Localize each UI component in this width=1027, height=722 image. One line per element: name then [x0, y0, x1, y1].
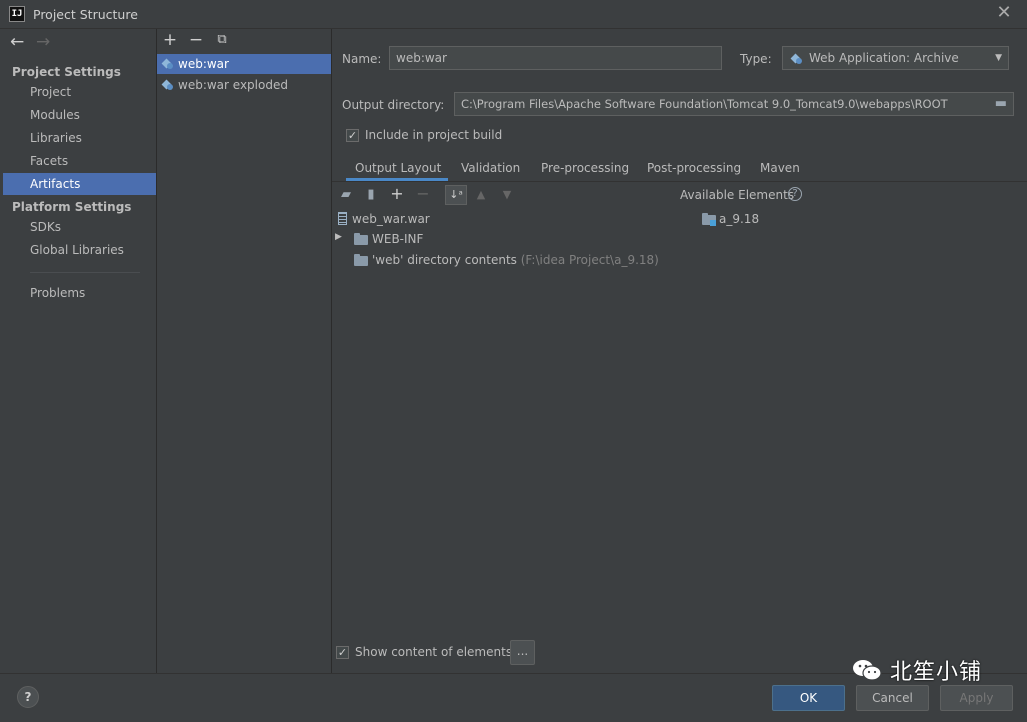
show-content-checkbox[interactable]: ✓ — [336, 646, 349, 659]
apply-button[interactable]: Apply — [940, 685, 1013, 711]
artifact-item-war-exploded[interactable]: web:war exploded — [157, 75, 331, 95]
section-platform-settings: Platform Settings — [12, 200, 132, 214]
output-layout-content: ▰ ▮ + − ↓ᵃ ▲ ▼ Available Elements ? web_… — [332, 181, 1027, 630]
remove-element-icon[interactable]: − — [415, 186, 431, 202]
move-up-icon[interactable]: ▲ — [473, 187, 489, 203]
tree-item-label: 'web' directory contents — [372, 253, 517, 267]
plus-icon[interactable]: + — [162, 32, 178, 49]
window-title: Project Structure — [33, 7, 138, 22]
folder-icon — [354, 254, 368, 266]
sidebar-item-libraries[interactable]: Libraries — [3, 127, 156, 149]
folder-icon — [354, 233, 368, 245]
tab-validation[interactable]: Validation — [461, 159, 520, 181]
type-select[interactable]: Web Application: Archive ▼ — [782, 46, 1009, 70]
show-content-label: Show content of elements — [355, 645, 513, 659]
sidebar-item-facets[interactable]: Facets — [3, 150, 156, 172]
web-artifact-icon — [162, 80, 173, 90]
tab-pre-processing[interactable]: Pre-processing — [541, 159, 629, 181]
add-element-icon[interactable]: + — [389, 186, 405, 202]
folder-browse-icon[interactable]: ▬ — [995, 93, 1007, 115]
wechat-logo-icon — [853, 660, 882, 681]
name-input[interactable]: web:war — [389, 46, 722, 70]
include-build-checkbox[interactable]: ✓ — [346, 129, 359, 142]
tree-item-web-directory[interactable]: 'web' directory contents (F:\idea Projec… — [372, 253, 659, 267]
include-build-label: Include in project build — [365, 128, 503, 142]
move-down-icon[interactable]: ▼ — [499, 187, 515, 203]
section-project-settings: Project Settings — [12, 65, 121, 79]
artifact-item-war[interactable]: web:war — [157, 54, 331, 74]
intellij-logo-icon: IJ — [9, 6, 25, 22]
close-icon[interactable]: ✕ — [995, 4, 1013, 22]
available-elements-heading: Available Elements — [680, 188, 795, 202]
module-badge-icon — [710, 220, 716, 226]
expand-arrow-icon[interactable]: ▶ — [335, 232, 342, 242]
new-folder-icon[interactable]: ▰ — [338, 187, 354, 203]
sidebar-item-sdks[interactable]: SDKs — [3, 216, 156, 238]
sidebar-item-project[interactable]: Project — [3, 81, 156, 103]
sidebar-item-problems[interactable]: Problems — [3, 282, 156, 304]
web-artifact-icon — [162, 59, 173, 69]
title-bar: IJ Project Structure ✕ — [0, 0, 1027, 29]
help-circle-icon[interactable]: ? — [788, 187, 802, 201]
minus-icon[interactable]: − — [188, 32, 204, 49]
artifact-item-label: web:war — [178, 57, 229, 71]
tab-post-processing[interactable]: Post-processing — [647, 159, 741, 181]
tree-item-web-inf[interactable]: WEB-INF — [372, 232, 423, 246]
output-directory-input[interactable]: C:\Program Files\Apache Software Foundat… — [454, 92, 1014, 116]
artifact-item-label: web:war exploded — [178, 78, 288, 92]
war-archive-icon — [338, 212, 347, 225]
type-select-value: Web Application: Archive — [809, 51, 959, 65]
copy-icon[interactable]: ⧉ — [214, 32, 230, 48]
sidebar-item-modules[interactable]: Modules — [3, 104, 156, 126]
tree-item-war-root[interactable]: web_war.war — [352, 212, 430, 226]
tree-item-path: (F:\idea Project\a_9.18) — [520, 253, 659, 267]
sort-icon[interactable]: ↓ᵃ — [445, 185, 467, 205]
output-directory-label: Output directory: — [342, 98, 445, 112]
tab-maven[interactable]: Maven — [760, 159, 800, 181]
help-button[interactable]: ? — [17, 686, 39, 708]
web-artifact-icon — [791, 54, 802, 64]
type-label: Type: — [740, 52, 772, 66]
ok-button[interactable]: OK — [772, 685, 845, 711]
output-directory-value: C:\Program Files\Apache Software Foundat… — [461, 97, 948, 111]
watermark-text: 北笙小铺 — [890, 660, 983, 685]
name-label: Name: — [342, 52, 382, 66]
sidebar-item-artifacts[interactable]: Artifacts — [3, 173, 156, 195]
more-options-button[interactable]: ... — [510, 640, 535, 665]
forward-arrow-icon[interactable]: → — [36, 33, 50, 51]
available-item-module[interactable]: a_9.18 — [719, 212, 759, 226]
settings-sidebar: ← → Project Settings Project Modules Lib… — [3, 29, 157, 673]
sidebar-separator — [30, 272, 140, 273]
artifact-settings-panel: Name: web:war Type: Web Application: Arc… — [332, 29, 1027, 673]
sidebar-item-global-libraries[interactable]: Global Libraries — [3, 239, 156, 261]
artifact-list-pane: + − ⧉ web:war web:war exploded — [157, 29, 332, 673]
cancel-button[interactable]: Cancel — [856, 685, 929, 711]
archive-icon[interactable]: ▮ — [363, 187, 379, 203]
back-arrow-icon[interactable]: ← — [10, 33, 24, 51]
chevron-down-icon: ▼ — [995, 53, 1002, 63]
